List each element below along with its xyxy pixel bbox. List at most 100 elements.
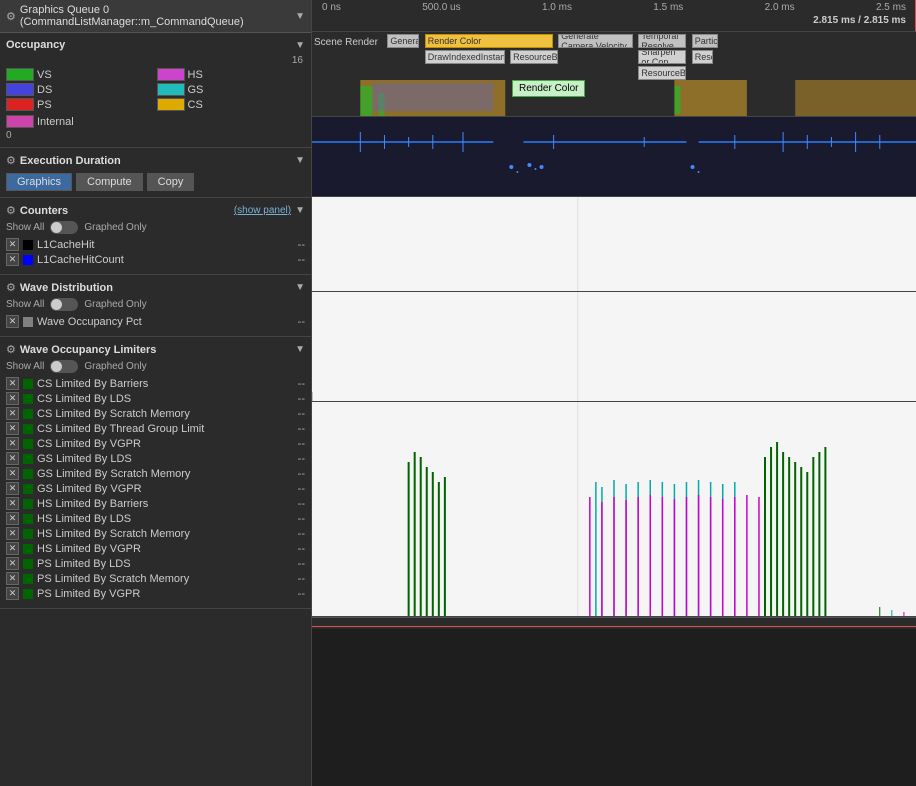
counters-section: ⚙ Counters (show panel) ▼ Show All Graph…: [0, 198, 311, 275]
lim-cb-hs-lds[interactable]: ✕: [6, 512, 19, 525]
counter-row-l1cachehitcount: ✕ L1CacheHitCount --: [6, 253, 305, 266]
lim-row-cs-vgpr: ✕ CS Limited By VGPR --: [6, 437, 305, 450]
occupancy-section: Occupancy ▼ 16 VS HS DS GS: [0, 33, 311, 148]
scene-render-label: Scene Render: [314, 37, 378, 48]
block-temporal: Temporal Resolve: [638, 34, 686, 48]
lim-cb-ps-lds[interactable]: ✕: [6, 557, 19, 570]
lim-cb-gs-scratch[interactable]: ✕: [6, 467, 19, 480]
lim-row-hs-lds: ✕ HS Limited By LDS --: [6, 512, 305, 525]
lim-name-gs-lds: GS Limited By LDS: [37, 453, 294, 465]
lim-val-gs-scratch: --: [298, 468, 305, 480]
wave-dist-chart-panel: [312, 292, 916, 402]
counters-show-all-toggle[interactable]: [50, 221, 78, 234]
wave-lim-chart-svg: [312, 402, 916, 617]
exec-title: Execution Duration: [20, 155, 295, 167]
exec-graphics-button[interactable]: Graphics: [6, 173, 72, 191]
counters-toggle-row: Show All Graphed Only: [6, 221, 305, 234]
lim-cb-ps-vgpr[interactable]: ✕: [6, 587, 19, 600]
scene-blocks-row1: Generat Render Color Generate Camera Vel…: [382, 34, 916, 48]
lim-cb-hs-barriers[interactable]: ✕: [6, 497, 19, 510]
occ-item-hs: HS: [157, 68, 306, 81]
counters-graphed-label: Graphed Only: [84, 222, 146, 233]
wave-dist-occupancy-value: --: [298, 316, 305, 328]
counter-checkbox-l1cachehit[interactable]: ✕: [6, 238, 19, 251]
lim-name-cs-scratch: CS Limited By Scratch Memory: [37, 408, 294, 420]
lim-cb-cs-vgpr[interactable]: ✕: [6, 437, 19, 450]
lim-color-cs-vgpr: [23, 439, 33, 449]
lim-cb-cs-scratch[interactable]: ✕: [6, 407, 19, 420]
lim-cb-cs-barriers[interactable]: ✕: [6, 377, 19, 390]
counters-arrow: ▼: [295, 205, 305, 216]
right-panel: 0 ns 500.0 us 1.0 ms 1.5 ms 2.0 ms 2.5 m…: [312, 0, 916, 786]
occ-scale-max: 16: [292, 55, 303, 66]
lim-color-cs-scratch: [23, 409, 33, 419]
occ-item-ps: PS: [6, 98, 155, 111]
graphics-queue-arrow: ▼: [295, 11, 305, 22]
lim-row-cs-lds: ✕ CS Limited By LDS --: [6, 392, 305, 405]
lim-name-cs-thread: CS Limited By Thread Group Limit: [37, 423, 294, 435]
wave-lim-show-all-toggle[interactable]: [50, 360, 78, 373]
graphics-queue-header[interactable]: ⚙ Graphics Queue 0 (CommandListManager::…: [0, 0, 311, 33]
wave-lim-toggle-row: Show All Graphed Only: [6, 360, 305, 373]
ruler-2ms: 2.0 ms: [765, 2, 795, 13]
lim-color-cs-barriers: [23, 379, 33, 389]
ruler-15ms: 1.5 ms: [653, 2, 683, 13]
lim-color-ps-lds: [23, 559, 33, 569]
ruler-bottom: 2.815 ms / 2.815 ms: [312, 15, 916, 26]
ruler-1ms: 1.0 ms: [542, 2, 572, 13]
wave-dist-chart-svg: [312, 292, 916, 402]
occupancy-arrow: ▼: [295, 40, 305, 51]
occ-label-vs: VS: [37, 69, 52, 81]
gear-icon: ⚙: [6, 10, 16, 23]
wave-lim-section: ⚙ Wave Occupancy Limiters ▼ Show All Gra…: [0, 337, 311, 609]
counter-name-l1cachehit: L1CacheHit: [37, 239, 294, 251]
exec-buttons: Graphics Compute Copy: [6, 173, 305, 191]
block-resol: Resol: [692, 50, 713, 64]
occ-scale-min: 0: [6, 130, 305, 141]
lim-cb-cs-thread[interactable]: ✕: [6, 422, 19, 435]
exec-copy-button[interactable]: Copy: [147, 173, 195, 191]
timeline-ruler: 0 ns 500.0 us 1.0 ms 1.5 ms 2.0 ms 2.5 m…: [312, 0, 916, 32]
block-render-color: Render Color: [425, 34, 553, 48]
lim-cb-ps-scratch[interactable]: ✕: [6, 572, 19, 585]
ruler-current-time: 2.815 ms / 2.815 ms: [813, 15, 906, 26]
lim-val-gs-lds: --: [298, 453, 305, 465]
lim-row-cs-scratch: ✕ CS Limited By Scratch Memory --: [6, 407, 305, 420]
occ-color-gs: [157, 83, 185, 96]
lim-val-cs-vgpr: --: [298, 438, 305, 450]
occupancy-waveform: [312, 78, 916, 116]
charts-container[interactable]: Scene Render Generat Render Color Genera…: [312, 32, 916, 786]
lim-color-hs-barriers: [23, 499, 33, 509]
wave-dist-occupancy-color: [23, 317, 33, 327]
lim-row-hs-barriers: ✕ HS Limited By Barriers --: [6, 497, 305, 510]
wave-dist-show-all-toggle[interactable]: [50, 298, 78, 311]
lim-val-ps-lds: --: [298, 558, 305, 570]
lim-name-hs-barriers: HS Limited By Barriers: [37, 498, 294, 510]
wave-dist-section: ⚙ Wave Distribution ▼ Show All Graphed O…: [0, 275, 311, 337]
lim-cb-hs-scratch[interactable]: ✕: [6, 527, 19, 540]
lim-color-gs-vgpr: [23, 484, 33, 494]
lim-color-cs-thread: [23, 424, 33, 434]
ruler-top: 0 ns 500.0 us 1.0 ms 1.5 ms 2.0 ms 2.5 m…: [312, 0, 916, 15]
exec-compute-button[interactable]: Compute: [76, 173, 143, 191]
block-generat: Generat: [387, 34, 419, 48]
counters-chart-svg: [312, 197, 916, 292]
ruler-500us: 500.0 us: [422, 2, 460, 13]
lim-cb-cs-lds[interactable]: ✕: [6, 392, 19, 405]
counters-title: Counters: [20, 205, 234, 217]
lim-row-ps-lds: ✕ PS Limited By LDS --: [6, 557, 305, 570]
block-particle: Particle: [692, 34, 719, 48]
wave-dist-occupancy-row: ✕ Wave Occupancy Pct --: [6, 315, 305, 328]
graphics-queue-label: Graphics Queue 0 (CommandListManager::m_…: [20, 4, 295, 28]
lim-cb-gs-lds[interactable]: ✕: [6, 452, 19, 465]
wave-dist-graphed-label: Graphed Only: [84, 299, 146, 310]
lim-cb-gs-vgpr[interactable]: ✕: [6, 482, 19, 495]
lim-name-cs-vgpr: CS Limited By VGPR: [37, 438, 294, 450]
show-panel-link[interactable]: (show panel): [234, 205, 291, 216]
lim-val-ps-vgpr: --: [298, 588, 305, 600]
occupancy-title: Occupancy: [6, 39, 295, 51]
counter-checkbox-l1cachehitcount[interactable]: ✕: [6, 253, 19, 266]
wave-dist-occupancy-checkbox[interactable]: ✕: [6, 315, 19, 328]
wave-dist-gear-icon: ⚙: [6, 281, 16, 294]
lim-cb-hs-vgpr[interactable]: ✕: [6, 542, 19, 555]
